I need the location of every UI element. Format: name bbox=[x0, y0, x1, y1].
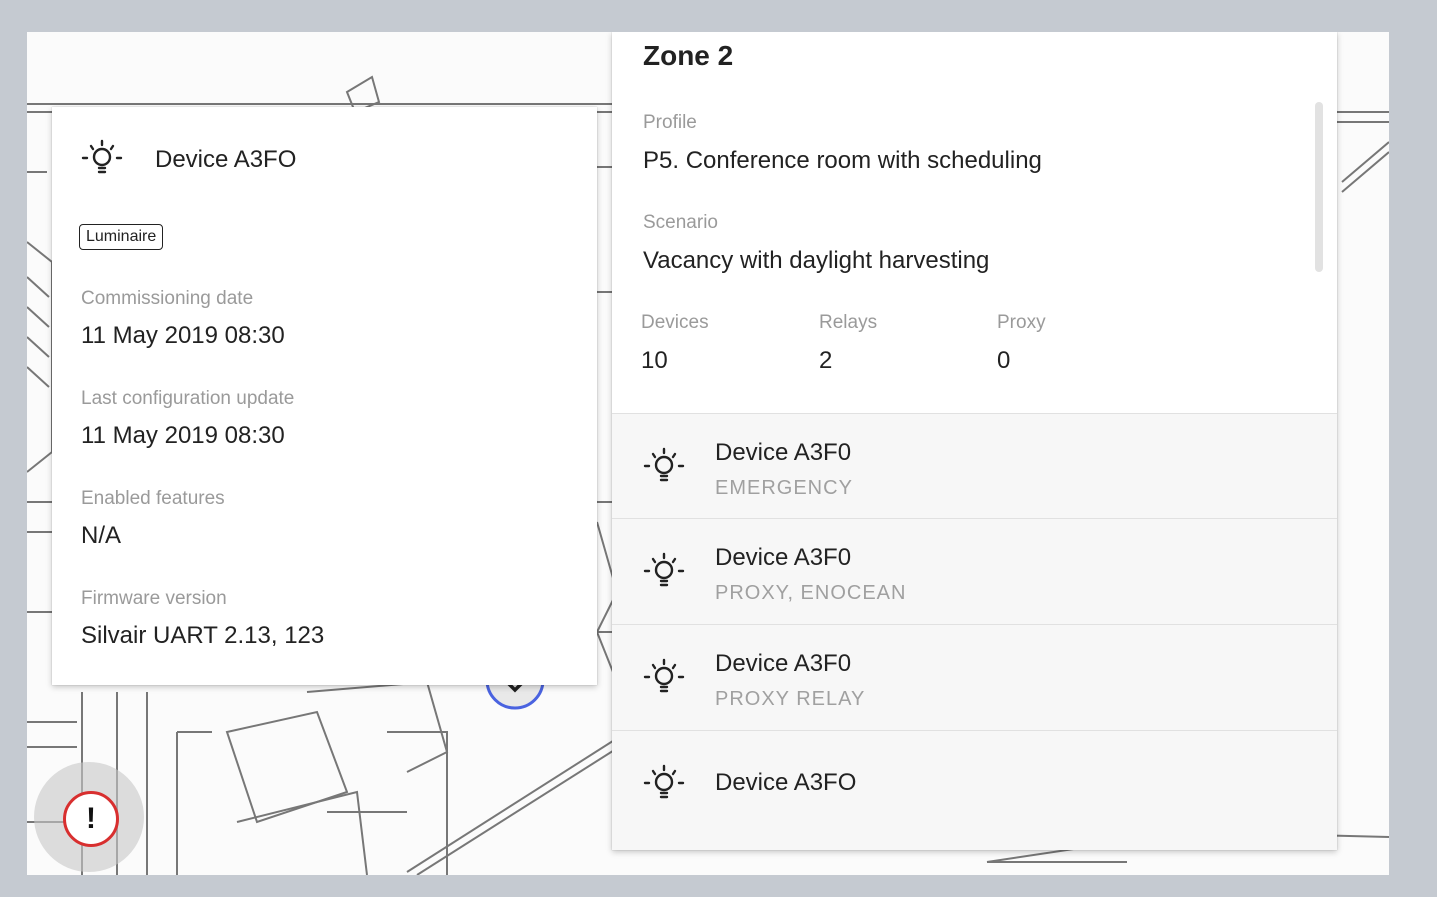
device-features: PROXY, ENOCEAN bbox=[715, 582, 907, 604]
last-config-update-label: Last configuration update bbox=[81, 388, 295, 409]
device-list-item[interactable]: Device A3FO bbox=[612, 730, 1337, 835]
profile-label: Profile bbox=[643, 112, 697, 133]
scrollbar[interactable] bbox=[1315, 102, 1323, 272]
commissioning-date-label: Commissioning date bbox=[81, 288, 254, 309]
device-name: Device A3F0 bbox=[715, 439, 852, 466]
device-details-card: Device A3FO Luminaire Commissioning date… bbox=[52, 107, 597, 685]
last-config-update-value: 11 May 2019 08:30 bbox=[81, 422, 285, 449]
enabled-features-label: Enabled features bbox=[81, 488, 225, 509]
lightbulb-icon bbox=[643, 764, 685, 799]
device-type-badge: Luminaire bbox=[79, 224, 164, 250]
firmware-version-label: Firmware version bbox=[81, 588, 227, 609]
scenario-label: Scenario bbox=[643, 212, 718, 233]
zone-panel[interactable]: Zone 2 Profile P5. Conference room with … bbox=[612, 32, 1337, 850]
enabled-features-value: N/A bbox=[81, 522, 122, 549]
device-name: Device A3FO bbox=[715, 769, 857, 796]
commissioning-date-value: 11 May 2019 08:30 bbox=[81, 322, 285, 349]
device-name: Device A3F0 bbox=[715, 544, 852, 571]
floor-plan-view[interactable]: ! Device A3FO Luminaire Commissioning da… bbox=[27, 32, 1389, 875]
zone-title: Zone 2 bbox=[643, 40, 734, 71]
device-features: PROXY RELAY bbox=[715, 688, 866, 710]
scenario-value: Vacancy with daylight harvesting bbox=[643, 247, 990, 274]
proxy-count-label: Proxy bbox=[997, 312, 1046, 333]
lightbulb-icon bbox=[643, 447, 685, 482]
device-list-item[interactable]: Device A3F0 PROXY RELAY bbox=[612, 624, 1337, 729]
profile-value: P5. Conference room with scheduling bbox=[643, 147, 1042, 174]
lightbulb-icon bbox=[643, 552, 685, 587]
device-list-item[interactable]: Device A3F0 PROXY, ENOCEAN bbox=[612, 518, 1337, 623]
devices-count-label: Devices bbox=[641, 312, 709, 333]
alert-marker[interactable]: ! bbox=[34, 762, 144, 872]
exclamation-alert-icon[interactable]: ! bbox=[63, 791, 119, 847]
zone-summary: Zone 2 Profile P5. Conference room with … bbox=[612, 32, 1337, 413]
firmware-version-value: Silvair UART 2.13, 123 bbox=[81, 622, 325, 649]
device-features: EMERGENCY bbox=[715, 477, 853, 499]
lightbulb-icon bbox=[643, 658, 685, 693]
relays-count-label: Relays bbox=[819, 312, 878, 333]
relays-count-value: 2 bbox=[819, 347, 833, 374]
device-list-item[interactable]: Device A3F0 EMERGENCY bbox=[612, 413, 1337, 518]
device-title: Device A3FO bbox=[155, 146, 297, 173]
devices-count-value: 10 bbox=[641, 347, 668, 374]
lightbulb-icon bbox=[81, 139, 123, 174]
proxy-count-value: 0 bbox=[997, 347, 1011, 374]
device-name: Device A3F0 bbox=[715, 650, 852, 677]
